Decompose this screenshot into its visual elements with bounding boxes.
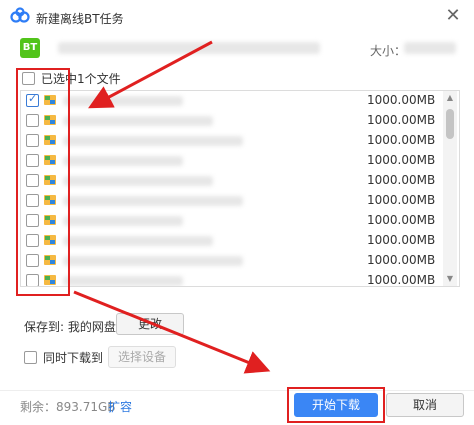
close-icon[interactable]: ✕ — [442, 5, 464, 27]
file-name-blurred — [63, 196, 243, 206]
choose-device-button[interactable]: 选择设备 — [108, 346, 176, 368]
dialog-title: 新建离线BT任务 — [36, 12, 124, 26]
annotation-checkbox-column-box — [16, 68, 70, 296]
file-name-blurred — [63, 156, 183, 166]
file-size: 1000.00MB — [367, 273, 436, 287]
file-list: 1000.00MB 1000.00MB 1000.00MB 1000.00MB 1000… — [20, 90, 460, 287]
sync-download-label: 同时下载到 — [43, 351, 104, 365]
file-name-blurred — [63, 236, 213, 246]
file-row[interactable]: 1000.00MB — [21, 131, 459, 151]
file-name-blurred — [63, 256, 243, 266]
file-row[interactable]: 1000.00MB — [21, 231, 459, 251]
file-name-blurred — [63, 96, 183, 106]
file-row[interactable]: 1000.00MB — [21, 251, 459, 271]
file-row[interactable]: 1000.00MB — [21, 111, 459, 131]
cancel-button[interactable]: 取消 — [386, 393, 464, 417]
footer-divider — [0, 390, 474, 391]
file-row[interactable]: 1000.00MB — [21, 151, 459, 171]
file-row[interactable]: 1000.00MB — [21, 271, 459, 287]
file-size: 1000.00MB — [367, 253, 436, 267]
save-location-label: 保存到: 我的网盘 — [24, 320, 116, 334]
list-scrollbar[interactable]: ▲ ▼ — [443, 91, 457, 286]
sync-download-checkbox[interactable] — [24, 351, 37, 364]
title-bar: 新建离线BT任务 ✕ — [0, 0, 474, 34]
file-size: 1000.00MB — [367, 193, 436, 207]
torrent-size-label: 大小： — [370, 44, 407, 58]
file-size: 1000.00MB — [367, 113, 436, 127]
torrent-size-blurred — [404, 42, 456, 54]
file-row[interactable]: 1000.00MB — [21, 91, 459, 111]
file-name-blurred — [63, 116, 213, 126]
file-size: 1000.00MB — [367, 233, 436, 247]
baidu-netdisk-logo-icon — [10, 7, 30, 23]
bt-file-icon: BT — [20, 38, 40, 58]
file-size: 1000.00MB — [367, 93, 436, 107]
file-name-blurred — [63, 136, 243, 146]
file-size: 1000.00MB — [367, 173, 436, 187]
expand-storage-link[interactable]: 扩容 — [108, 398, 132, 415]
remaining-space: 剩余：893.71GB — [20, 400, 116, 414]
scroll-thumb[interactable] — [446, 109, 454, 139]
file-size: 1000.00MB — [367, 213, 436, 227]
scroll-down-icon[interactable]: ▼ — [443, 272, 457, 286]
file-row[interactable]: 1000.00MB — [21, 171, 459, 191]
file-name-blurred — [63, 176, 213, 186]
sync-download-row[interactable]: 同时下载到 — [24, 349, 103, 366]
file-size: 1000.00MB — [367, 153, 436, 167]
scroll-up-icon[interactable]: ▲ — [443, 91, 457, 105]
file-size: 1000.00MB — [367, 133, 436, 147]
annotation-start-button-box — [287, 387, 385, 423]
file-row[interactable]: 1000.00MB — [21, 211, 459, 231]
file-name-blurred — [63, 276, 183, 286]
file-name-blurred — [63, 216, 183, 226]
file-row[interactable]: 1000.00MB — [21, 191, 459, 211]
change-location-button[interactable]: 更改 — [116, 313, 184, 335]
torrent-name-blurred — [58, 42, 320, 54]
